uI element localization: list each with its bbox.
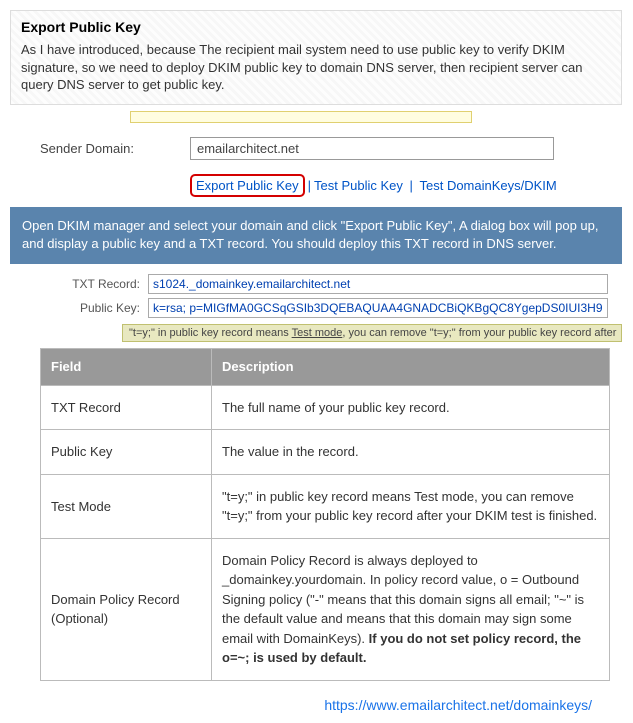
table-row: Test Mode "t=y;" in public key record me…: [41, 474, 610, 538]
yellow-fragment: [130, 111, 472, 123]
action-links: Export Public Key |Test Public Key | Tes…: [190, 174, 622, 197]
table-row: TXT Record The full name of your public …: [41, 385, 610, 430]
table-row: Domain Policy Record (Optional) Domain P…: [41, 538, 610, 680]
cell-field: Public Key: [41, 430, 212, 475]
cell-field: TXT Record: [41, 385, 212, 430]
public-key-label: Public Key:: [62, 301, 148, 315]
hint-bold: Test mode: [292, 327, 343, 339]
hint-prefix: "t=y;" in public key record means: [129, 327, 292, 339]
public-key-row: Public Key:: [62, 298, 622, 318]
hint-suffix: , you can remove "t=y;" from your public…: [342, 327, 616, 339]
table-row: Public Key The value in the record.: [41, 430, 610, 475]
cell-field: Test Mode: [41, 474, 212, 538]
instruction-band: Open DKIM manager and select your domain…: [10, 207, 622, 265]
cell-desc: Domain Policy Record is always deployed …: [212, 538, 610, 680]
table-header-row: Field Description: [41, 349, 610, 386]
public-key-input[interactable]: [148, 298, 608, 318]
link-separator: |: [305, 178, 314, 193]
cell-desc: "t=y;" in public key record means Test m…: [212, 474, 610, 538]
export-highlight: Export Public Key: [190, 174, 305, 197]
page-title: Export Public Key: [21, 19, 611, 35]
footer: https://www.emailarchitect.net/domainkey…: [10, 681, 622, 713]
sender-domain-label: Sender Domain:: [40, 141, 190, 156]
sender-domain-row: Sender Domain:: [40, 137, 622, 160]
source-url-link[interactable]: https://www.emailarchitect.net/domainkey…: [324, 697, 592, 713]
test-domainkeys-dkim-link[interactable]: Test DomainKeys/DKIM: [419, 178, 556, 193]
intro-panel: Export Public Key As I have introduced, …: [10, 10, 622, 105]
export-public-key-link[interactable]: Export Public Key: [196, 178, 299, 193]
intro-text: As I have introduced, because The recipi…: [21, 41, 611, 94]
cell-desc: The full name of your public key record.: [212, 385, 610, 430]
cell-field: Domain Policy Record (Optional): [41, 538, 212, 680]
col-field: Field: [41, 349, 212, 386]
fields-table: Field Description TXT Record The full na…: [40, 348, 610, 681]
test-mode-hint: "t=y;" in public key record means Test m…: [122, 324, 622, 342]
txt-record-label: TXT Record:: [62, 277, 148, 291]
txt-record-row: TXT Record:: [62, 274, 622, 294]
link-separator: |: [403, 178, 420, 193]
record-area: TXT Record: Public Key: "t=y;" in public…: [62, 274, 622, 342]
cell-desc: The value in the record.: [212, 430, 610, 475]
sender-domain-input[interactable]: [190, 137, 554, 160]
txt-record-input[interactable]: [148, 274, 608, 294]
test-public-key-link[interactable]: Test Public Key: [314, 178, 403, 193]
col-description: Description: [212, 349, 610, 386]
